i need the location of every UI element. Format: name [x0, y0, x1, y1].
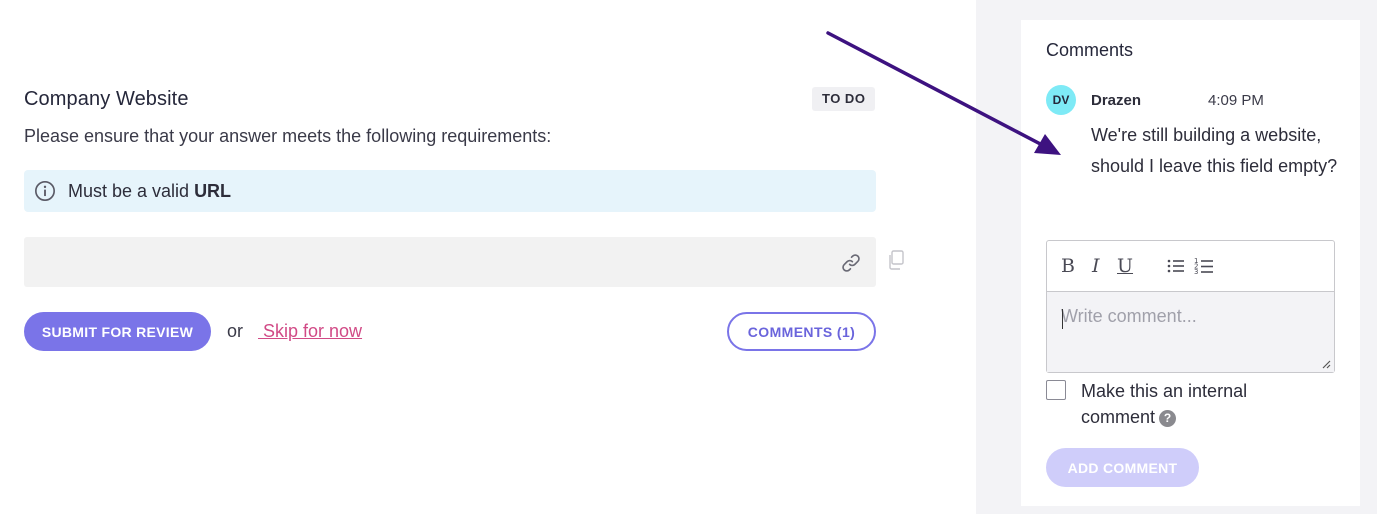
link-icon[interactable] [840, 252, 862, 274]
text-caret [1062, 309, 1063, 329]
requirement-prefix: Must be a valid [68, 180, 195, 201]
question-area: Company Website TO DO Please ensure that… [0, 0, 976, 514]
internal-comment-checkbox[interactable] [1046, 380, 1066, 400]
requirement-keyword: URL [194, 180, 232, 201]
skip-for-now-link[interactable]: Skip for now [258, 321, 362, 342]
question-circle-icon[interactable]: ? [1159, 410, 1177, 427]
internal-comment-label: Make this an internal comment? [1081, 378, 1311, 430]
comments-button[interactable]: COMMENTS (1) [727, 312, 876, 351]
submit-for-review-button[interactable]: SUBMIT FOR REVIEW [24, 312, 211, 351]
comment-editor: B I U 1 2 3 [1046, 240, 1335, 373]
resize-handle-icon[interactable] [1321, 359, 1331, 369]
italic-button[interactable]: I [1092, 255, 1100, 277]
copy-icon[interactable] [887, 250, 905, 270]
answer-input[interactable] [24, 237, 876, 287]
question-description: Please ensure that your answer meets the… [24, 126, 552, 146]
comment-author: Drazen [1091, 92, 1142, 109]
svg-text:3: 3 [1194, 268, 1198, 276]
avatar: DV [1046, 85, 1076, 115]
question-title: Company Website [24, 88, 189, 110]
editor-toolbar: B I U 1 2 3 [1047, 241, 1334, 292]
bold-button[interactable]: B [1061, 255, 1075, 277]
underline-button[interactable]: U [1117, 255, 1133, 277]
requirement-text: Must be a valid URL [68, 181, 231, 202]
requirement-box: Must be a valid URL [24, 170, 876, 212]
comments-title: Comments [1046, 40, 1134, 60]
comments-sidebar: Comments DV Drazen 4:09 PM We're still b… [976, 0, 1377, 514]
add-comment-button[interactable]: ADD COMMENT [1046, 448, 1199, 487]
bullet-list-icon[interactable] [1166, 255, 1186, 277]
info-circle-icon [35, 181, 55, 201]
numbered-list-icon[interactable]: 1 2 3 [1193, 255, 1215, 277]
comments-panel: Comments DV Drazen 4:09 PM We're still b… [1021, 20, 1360, 506]
or-separator: or [227, 321, 244, 341]
comment-time: 4:09 PM [1208, 92, 1264, 109]
comment-textarea[interactable] [1047, 292, 1334, 372]
comment-text: We're still building a website, should I… [1091, 125, 1338, 176]
status-badge: TO DO [812, 87, 876, 111]
